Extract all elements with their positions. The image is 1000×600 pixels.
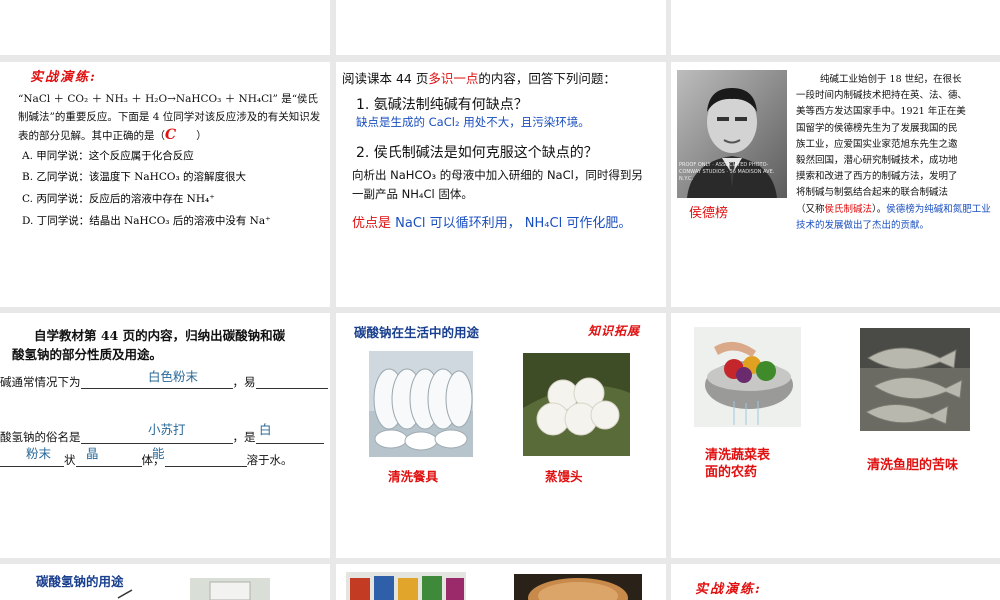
practice-heading: 实战演练: (30, 70, 97, 85)
answer-bai: 白 (259, 422, 272, 437)
answer-white-powder: 白色粉末 (148, 369, 199, 384)
buns-caption: 蒸馒头 (545, 469, 583, 484)
history-line-3: 美等西方发达国家手中。1921 年正在美 (796, 106, 966, 118)
advantage-text: NaCl 可以循环利用， NH₄Cl 可作化肥。 (391, 216, 632, 231)
line2-prefix: 酸氢钠的俗名是 (0, 430, 81, 444)
fish-photo (860, 328, 970, 431)
history-paragraph: 纯碱工业始创于 18 世纪，在很长 一段时间内制碱技术把持在英、法、德、 美等西… (796, 72, 996, 234)
knowledge-tag: 知识拓展 (588, 324, 641, 338)
vegetables-photo (694, 327, 801, 427)
slide-thumb-4[interactable]: 实战演练: “NaCl ＋ CO₂ ＋ NH₃ ＋ H₂O→NaHCO₃ ＋ N… (0, 62, 330, 307)
slide-thumb-1[interactable] (0, 0, 330, 55)
history-line-2: 一段时间内制碱技术把持在英、法、德、 (796, 90, 968, 102)
history-line-5: 族工业，应爱国实业家范旭东先生之邀 (796, 138, 958, 150)
slide-thumb-12[interactable]: 实战演练: (671, 564, 1000, 600)
blank-7[interactable] (164, 452, 247, 467)
option-d: D. 丁同学说：结晶出 NaHCO₃ 后的溶液中没有 Na⁺ (22, 215, 271, 227)
answer-neng: 能 (152, 446, 165, 461)
dishes-icon (369, 351, 473, 457)
question-1: 1. 氨碱法制纯碱有何缺点？ (356, 97, 528, 113)
usage-title: 碳酸钠在生活中的用途 (354, 325, 480, 340)
reading-intro: 阅读课本 44 页多识一点的内容，回答下列问题： (342, 68, 616, 87)
bread-icon (514, 574, 642, 600)
line1-prefix: 碱通常情况下为 (0, 375, 81, 389)
cans-photo (346, 572, 466, 600)
fish-caption: 清洗鱼胆的苦味 (867, 458, 959, 473)
slide-thumb-6[interactable]: PROOF ONLY · ASSOCIATED PHOTO-CONWAY STU… (671, 62, 1000, 307)
option-b: B. 乙同学说：该温度下 NaHCO₃ 的溶解度很大 (22, 171, 247, 183)
option-a: A. 甲同学说：这个反应属于化合反应 (22, 150, 194, 162)
portrait-caption: 侯德榜 (689, 206, 729, 221)
tail-pre: （又称 (796, 203, 825, 215)
slide-thumb-9[interactable]: 清洗蔬菜表 面的农药 清洗鱼胆的苦味 (671, 313, 1000, 558)
answer-xiaosuda: 小苏打 (148, 422, 186, 437)
slide-thumb-7[interactable]: 自学教材第 44 页的内容，归纳出碳酸钠和碳 酸氢钠的部分性质及用途。 碱通常情… (0, 313, 330, 558)
question-text: “NaCl ＋ CO₂ ＋ NH₃ ＋ H₂O→NaHCO₃ ＋ NH₄Cl” … (18, 90, 323, 145)
self-study-title-1: 自学教材第 44 页的内容，归纳出碳酸钠和碳 (34, 328, 286, 343)
buns-photo (523, 353, 630, 456)
dishes-caption: 清洗餐具 (388, 469, 439, 484)
answer-2: 向析出 NaHCO₃ 的母液中加入研细的 NaCl，同时得到另一副产品 NH₄C… (352, 168, 643, 201)
practice-heading-2: 实战演练: (695, 582, 762, 597)
line2-middle: ，是 (232, 430, 256, 444)
blank-2[interactable] (255, 374, 328, 389)
product-bottle-icon (190, 578, 270, 600)
tail-mid: ）。 (872, 203, 887, 215)
answer-1: 缺点是生成的 CaCl₂ 用处不大，且污染环境。 (356, 115, 590, 129)
line1-suffix: ，易 (232, 375, 256, 389)
intro-pre: 阅读课本 44 页 (342, 71, 429, 86)
slide-thumb-8[interactable]: 碳酸钠在生活中的用途 知识拓展 清洗餐具 蒸馒头 (336, 313, 666, 558)
history-tail: （又称侯氏制碱法）。侯德榜为纯碱和氮肥工业技术的发展做出了杰出的贡献。 (796, 202, 996, 234)
bicarbonate-title: 碳酸氢钠的用途 (36, 574, 124, 589)
slide-thumb-2[interactable] (336, 0, 666, 55)
answer-mark: C (165, 127, 177, 143)
answer-fenmo: 粉末 (26, 446, 52, 461)
history-line-6: 毅然回国，潜心研究制碱技术，成功地 (796, 155, 958, 167)
option-c: C. 丙同学说：反应后的溶液中存在 NH₄⁺ (22, 193, 215, 205)
vegetables-caption-line2: 面的农药 (705, 465, 758, 480)
slide-thumb-10[interactable]: 碳酸氢钠的用途 (0, 564, 330, 600)
dishes-photo (369, 351, 473, 457)
bicarbonate-photo (190, 578, 270, 600)
hou-debang-portrait: PROOF ONLY · ASSOCIATED PHOTO-CONWAY STU… (677, 70, 787, 198)
washing-vegetables-icon (694, 327, 801, 427)
advantage-label: 优点是 (352, 216, 392, 231)
slide-thumb-5[interactable]: 阅读课本 44 页多识一点的内容，回答下列问题： 1. 氨碱法制纯碱有何缺点？ … (336, 62, 666, 307)
intro-highlight: 多识一点 (428, 71, 479, 86)
line3-zhuang: 状 (64, 453, 76, 467)
advantage-line: 优点是 NaCl 可以循环利用， NH₄Cl 可作化肥。 (352, 212, 631, 231)
history-line-8: 将制碱与制氨结合起来的联合制碱法 (796, 187, 949, 199)
slide-thumb-3[interactable] (671, 0, 1000, 55)
arrow-stroke-icon (117, 589, 133, 599)
photo-watermark: PROOF ONLY · ASSOCIATED PHOTO-CONWAY STU… (679, 162, 775, 182)
question-close: ） (196, 130, 207, 142)
fish-icon (860, 328, 970, 431)
history-line-4: 国留学的侯德榜先生为了发展我国的民 (796, 122, 958, 134)
history-line-7: 摸索和改进了西方的制碱方法，发明了 (796, 171, 958, 183)
answer-jing: 晶 (86, 446, 99, 461)
intro-post: 的内容，回答下列问题： (478, 71, 616, 86)
canned-goods-icon (346, 572, 466, 600)
self-study-title-2: 酸氢钠的部分性质及用途。 (12, 347, 163, 362)
bread-photo (514, 574, 642, 600)
tail-method: 侯氏制碱法 (824, 203, 873, 215)
history-line-1: 纯碱工业始创于 18 世纪，在很长 (820, 74, 962, 85)
slide-thumb-11[interactable] (336, 564, 666, 600)
question-2: 2. 侯氏制碱法是如何克服这个缺点的？ (356, 145, 598, 161)
line3-suffix: 溶于水。 (246, 453, 293, 467)
steamed-buns-icon (523, 353, 630, 456)
